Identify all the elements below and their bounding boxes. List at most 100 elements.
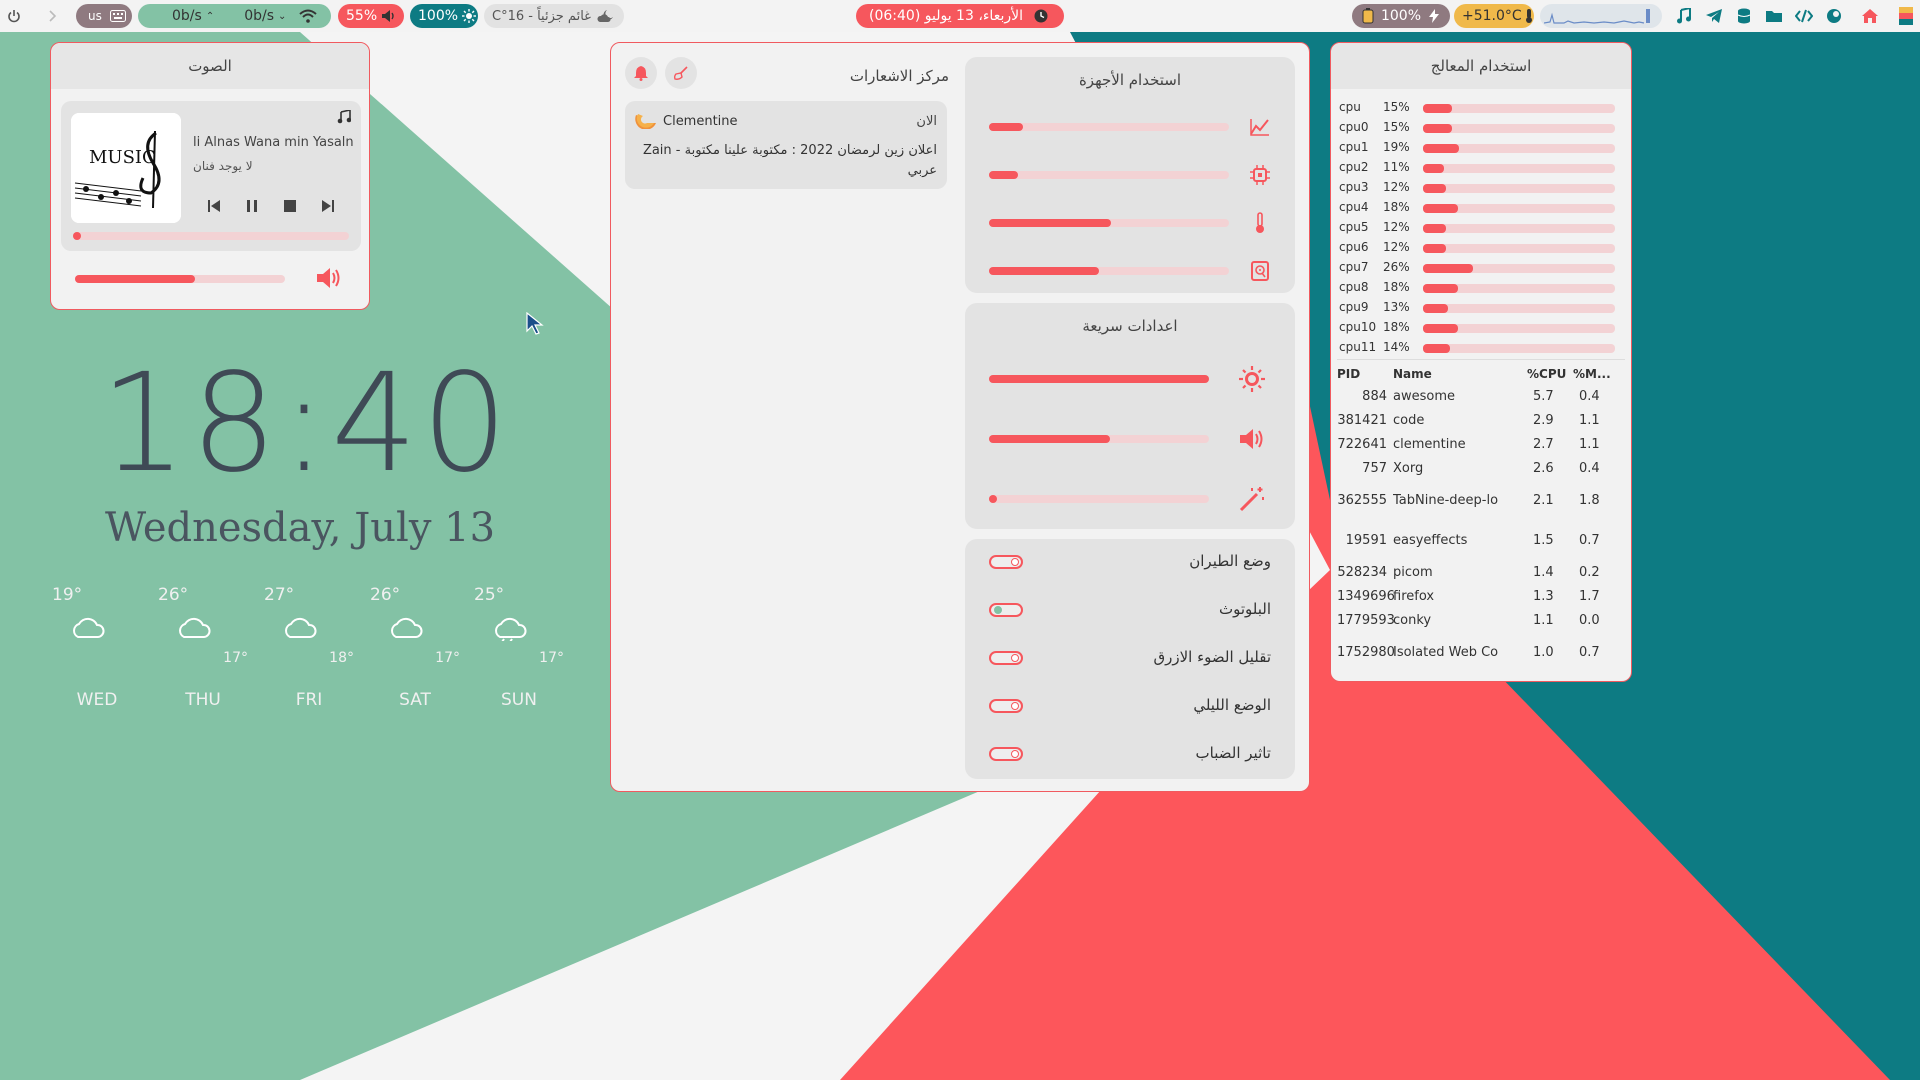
music-note-icon[interactable] bbox=[1674, 6, 1694, 26]
process-column-header[interactable]: PID bbox=[1337, 367, 1360, 381]
stop-button[interactable] bbox=[281, 197, 299, 215]
process-column-header[interactable]: Name bbox=[1393, 367, 1432, 381]
cpu-core-percent: 18% bbox=[1383, 320, 1410, 334]
quick-setting-slider[interactable] bbox=[989, 435, 1209, 443]
volume-indicator[interactable]: 55% bbox=[338, 4, 404, 28]
cpu-core-name: cpu11 bbox=[1339, 340, 1377, 354]
cpu-core-percent: 12% bbox=[1383, 180, 1410, 194]
thermometer-icon bbox=[1247, 210, 1273, 236]
cpu-core-name: cpu8 bbox=[1339, 280, 1369, 294]
cpu-core-bar-fill bbox=[1423, 164, 1445, 173]
process-row[interactable]: 757 Xorg 2.6 0.4 bbox=[1337, 461, 1627, 481]
process-mem: 1.7 bbox=[1579, 589, 1600, 604]
quick-setting-slider[interactable] bbox=[989, 375, 1209, 383]
bell-icon bbox=[634, 66, 648, 81]
code-icon[interactable] bbox=[1794, 6, 1814, 26]
chevron-right-icon[interactable] bbox=[42, 6, 62, 26]
brightness-icon[interactable] bbox=[1237, 364, 1267, 394]
cpu-core-percent: 11% bbox=[1383, 160, 1410, 174]
toggle-switch[interactable] bbox=[989, 603, 1023, 617]
quick-setting-slider[interactable] bbox=[989, 495, 1209, 503]
database-icon[interactable] bbox=[1734, 6, 1754, 26]
clear-notifications-button[interactable] bbox=[665, 57, 697, 89]
broom-icon bbox=[673, 66, 688, 80]
process-name: firefox bbox=[1393, 589, 1435, 604]
cpu-core-bar bbox=[1423, 324, 1615, 333]
process-cpu: 1.3 bbox=[1533, 589, 1554, 604]
forecast-day-label: THU bbox=[185, 690, 221, 710]
previous-track-button[interactable] bbox=[205, 197, 223, 215]
cpu-core-bar bbox=[1423, 204, 1615, 213]
layout-icon[interactable] bbox=[1896, 6, 1916, 26]
keyboard-layout[interactable]: us bbox=[76, 4, 132, 28]
battery-value: 100% bbox=[1380, 8, 1422, 24]
datetime-indicator[interactable]: الأربعاء، 13 يوليو (06:40) bbox=[856, 4, 1064, 28]
browser-globe-icon[interactable] bbox=[1824, 6, 1844, 26]
desktop-clock: 18:40 bbox=[100, 345, 512, 503]
forecast-high: 27° bbox=[264, 585, 295, 605]
process-row[interactable]: 722641 clementine 2.7 1.1 bbox=[1337, 437, 1627, 457]
magic-wand-icon[interactable] bbox=[1237, 484, 1267, 514]
cpu-core-name: cpu2 bbox=[1339, 160, 1369, 174]
process-row[interactable]: 528234 picom 1.4 0.2 bbox=[1337, 565, 1627, 585]
temperature-indicator[interactable]: +51.0°C bbox=[1454, 4, 1534, 28]
net-up-icon: ⌃ bbox=[205, 10, 215, 22]
clementine-app-icon bbox=[635, 111, 657, 133]
process-row[interactable]: 362555 TabNine-deep-lo 2.1 1.8 bbox=[1337, 493, 1627, 513]
process-row[interactable]: 19591 easyeffects 1.5 0.7 bbox=[1337, 533, 1627, 553]
telegram-icon[interactable] bbox=[1704, 6, 1724, 26]
toggle-switch[interactable] bbox=[989, 555, 1023, 569]
toggle-knob bbox=[1011, 750, 1019, 758]
volume-icon[interactable] bbox=[1237, 424, 1267, 454]
power-icon[interactable] bbox=[4, 6, 24, 26]
cpu-core-name: cpu5 bbox=[1339, 220, 1369, 234]
next-track-button[interactable] bbox=[319, 197, 337, 215]
process-column-header[interactable]: %CPU bbox=[1527, 367, 1566, 381]
datetime-value: الأربعاء، 13 يوليو (06:40) bbox=[869, 8, 1023, 24]
process-row[interactable]: 381421 code 2.9 1.1 bbox=[1337, 413, 1627, 433]
notification-card[interactable]: Clementine الان اعلان زين لرمضان 2022 : مك… bbox=[625, 101, 947, 189]
home-icon[interactable] bbox=[1860, 6, 1880, 26]
hardware-usage-bar bbox=[989, 123, 1229, 131]
cpu-core-bar-fill bbox=[1423, 184, 1447, 193]
battery-indicator[interactable]: 100% bbox=[1352, 4, 1450, 28]
volume-slider[interactable] bbox=[75, 275, 285, 283]
process-mem: 0.0 bbox=[1579, 613, 1600, 628]
process-name: Isolated Web Co bbox=[1393, 645, 1499, 660]
pause-button[interactable] bbox=[243, 197, 261, 215]
notification-bell-button[interactable] bbox=[625, 57, 657, 89]
cpu-graph-indicator[interactable] bbox=[1540, 4, 1662, 28]
process-column-header[interactable]: %M... bbox=[1573, 367, 1611, 381]
quick-setting-slider-fill bbox=[989, 495, 997, 503]
cpu-core-row: cpu11 14% bbox=[1339, 339, 1629, 357]
weather-indicator[interactable]: غائم جزئياً - 16°C bbox=[484, 4, 624, 28]
cpu-core-bar bbox=[1423, 304, 1615, 313]
cpu-core-name: cpu0 bbox=[1339, 120, 1369, 134]
toggle-switch[interactable] bbox=[989, 747, 1023, 761]
process-name: easyeffects bbox=[1393, 533, 1468, 548]
cpu-core-bar-fill bbox=[1423, 224, 1447, 233]
brightness-indicator[interactable]: 100% bbox=[410, 4, 478, 28]
track-progress-bar[interactable] bbox=[73, 232, 349, 240]
hardware-usage-bar bbox=[989, 219, 1229, 227]
volume-panel-title: الصوت bbox=[51, 43, 369, 89]
process-row[interactable]: 1779593 conky 1.1 0.0 bbox=[1337, 613, 1627, 633]
cpu-core-percent: 12% bbox=[1383, 240, 1410, 254]
volume-speaker-icon[interactable] bbox=[315, 265, 343, 295]
cpu-core-row: cpu7 26% bbox=[1339, 259, 1629, 277]
network-speed[interactable]: 0b/s ⌃ 0b/s ⌄ bbox=[138, 4, 331, 28]
cpu-core-name: cpu10 bbox=[1339, 320, 1377, 334]
track-artist: لا يوجد فنان bbox=[193, 159, 253, 173]
toggle-switch[interactable] bbox=[989, 651, 1023, 665]
net-down-value: 0b/s bbox=[244, 8, 275, 24]
process-row[interactable]: 1349696 firefox 1.3 1.7 bbox=[1337, 589, 1627, 609]
notification-time: الان bbox=[916, 114, 937, 129]
process-row[interactable]: 1752980 Isolated Web Co 1.0 0.7 bbox=[1337, 645, 1627, 665]
process-row[interactable]: 884 awesome 5.7 0.4 bbox=[1337, 389, 1627, 409]
hardware-usage-bar bbox=[989, 171, 1229, 179]
volume-slider-fill bbox=[75, 275, 195, 283]
folder-icon[interactable] bbox=[1764, 6, 1784, 26]
toggle-switch[interactable] bbox=[989, 699, 1023, 713]
volume-value: 55% bbox=[346, 8, 378, 24]
process-name: TabNine-deep-lo bbox=[1393, 493, 1499, 508]
